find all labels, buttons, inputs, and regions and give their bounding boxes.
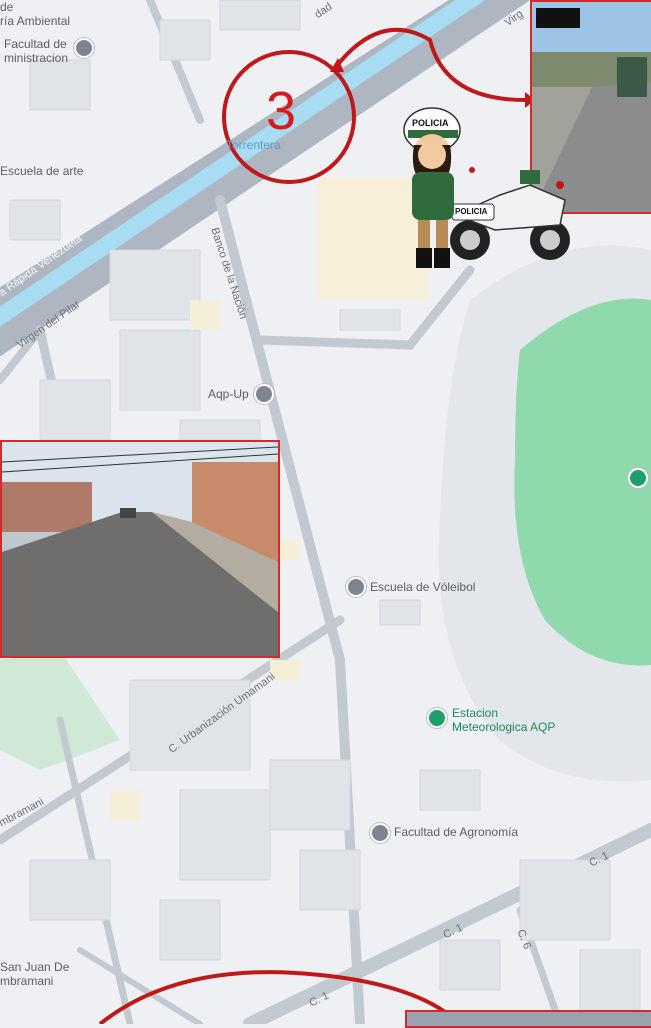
label-facultad-administracion: Facultad de ministracion: [4, 37, 69, 65]
label-estacion-meteorologica: Estacion Meteorologica AQP: [452, 706, 556, 734]
label-torrentera: Torrentera: [226, 138, 281, 152]
street-view-photo-middle[interactable]: [0, 440, 280, 658]
label-escuela-voleibol: Escuela de Vóleibol: [370, 580, 476, 594]
weather-station-icon[interactable]: [427, 708, 447, 728]
police-cartoon: POLICIA POLICIA: [400, 100, 575, 270]
police-hat-label: POLICIA: [412, 118, 449, 128]
moto-label: POLICIA: [455, 207, 488, 216]
stadium-icon[interactable]: [628, 468, 648, 488]
street-photo-middle-image: [2, 442, 278, 656]
label-facultad-agronomia: Facultad de Agronomía: [394, 825, 519, 839]
school-icon-agronomia[interactable]: [370, 823, 390, 843]
place-pin-icon[interactable]: [254, 384, 274, 404]
street-view-photo-bottom[interactable]: [405, 1010, 651, 1028]
label-aqp-up: Aqp-Up: [208, 387, 249, 401]
step-number: 3: [266, 81, 297, 141]
school-icon[interactable]: [74, 38, 94, 58]
label-ingenieria-ambiental: de ría Ambiental: [0, 0, 71, 28]
label-escuela-arte: Escuela de arte: [0, 164, 84, 178]
school-pin-icon[interactable]: [346, 577, 366, 597]
label-san-juan: San Juan De mbramani: [0, 960, 70, 988]
